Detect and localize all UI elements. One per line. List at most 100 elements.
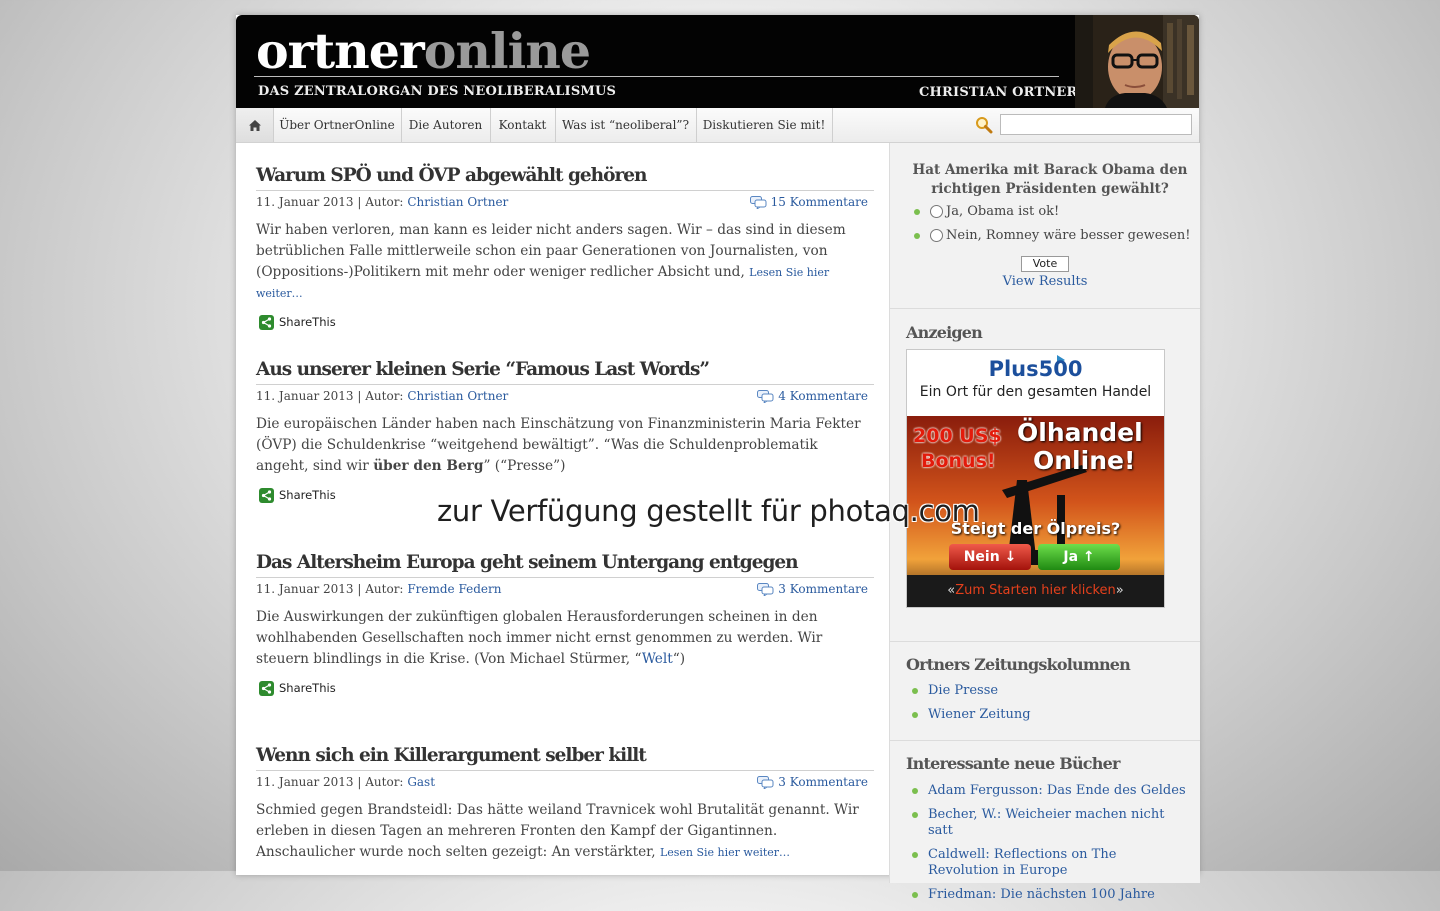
post-author-link[interactable]: Christian Ortner — [407, 389, 508, 403]
column-link[interactable]: Die Presse — [928, 683, 998, 698]
list-item[interactable]: Die Presse — [912, 683, 1186, 699]
comment-bubbles-icon — [757, 776, 774, 789]
sidebar-divider — [890, 308, 1200, 309]
nav-item-neoliberal[interactable]: Was ist “neoliberal”? — [555, 108, 697, 142]
post-meta: 11. Januar 2013 | Autor: Christian Ortne… — [256, 191, 874, 213]
post-author-link[interactable]: Gast — [407, 775, 435, 789]
comments-count: 4 Kommentare — [778, 389, 868, 403]
nav-item-diskutieren[interactable]: Diskutieren Sie mit! — [696, 108, 833, 142]
nav-item-ueber[interactable]: Über OrtnerOnline — [273, 108, 402, 142]
post-excerpt: Die europäischen Länder haben nach Einsc… — [256, 414, 874, 477]
list-item[interactable]: Friedman: Die nächsten 100 Jahre — [912, 887, 1186, 903]
ad-button-no-label: Nein — [963, 549, 1000, 565]
read-more-link[interactable]: Lesen Sie hier weiter… — [660, 846, 790, 859]
comments-count: 15 Kommentare — [770, 195, 868, 209]
ad-cta[interactable]: «Zum Starten hier klicken» — [907, 583, 1164, 598]
home-button[interactable] — [236, 108, 274, 142]
nav-item-kontakt[interactable]: Kontakt — [490, 108, 556, 142]
post-excerpt: Wir haben verloren, man kann es leider n… — [256, 220, 874, 304]
welt-link[interactable]: Welt — [642, 651, 673, 667]
share-icon — [259, 681, 274, 696]
double-chevron-left-icon: « — [947, 583, 956, 598]
ad-button-no[interactable]: Nein ↓ — [949, 544, 1031, 570]
post-excerpt: Schmied gegen Brandsteidl: Das hätte wei… — [256, 800, 874, 863]
post: Das Altersheim Europa geht seinem Unterg… — [256, 551, 874, 699]
book-link[interactable]: Becher, W.: Weicheier machen nicht satt — [928, 807, 1164, 838]
list-bullet — [912, 852, 918, 858]
list-bullet — [912, 688, 918, 694]
post-author-link[interactable]: Christian Ortner — [407, 195, 508, 209]
post-excerpt-text: Die Auswirkungen der zukünftigen globale… — [256, 609, 823, 667]
nav-item-autoren[interactable]: Die Autoren — [401, 108, 491, 142]
list-item[interactable]: Adam Fergusson: Das Ende des Geldes — [912, 783, 1186, 799]
poll-option-yes[interactable]: Ja, Obama ist ok! — [914, 204, 1059, 219]
comments-link[interactable]: 15 Kommentare — [749, 191, 868, 213]
poll-option-no[interactable]: Nein, Romney wäre besser gewesen! — [914, 228, 1190, 243]
post-excerpt-bold: über den Berg — [373, 458, 484, 474]
vote-button[interactable]: Vote — [1021, 256, 1069, 272]
site-author-name: CHRISTIAN ORTNER — [919, 85, 1078, 100]
column-link[interactable]: Wiener Zeitung — [928, 707, 1031, 722]
comments-count: 3 Kommentare — [778, 775, 868, 789]
poll-radio-no[interactable] — [930, 229, 943, 242]
share-icon — [259, 315, 274, 330]
ad-bonus-word: Bonus! — [921, 450, 996, 472]
comments-link[interactable]: 3 Kommentare — [757, 578, 868, 600]
post-author-label: Autor: — [365, 775, 404, 789]
sharethis-button[interactable]: ShareThis — [256, 315, 874, 333]
post-author-link[interactable]: Fremde Federn — [407, 582, 501, 596]
home-icon — [248, 120, 261, 131]
post-meta: 11. Januar 2013 | Autor: Fremde Federn 3… — [256, 578, 874, 600]
search-input[interactable] — [1000, 114, 1192, 135]
post-date: 11. Januar 2013 — [256, 389, 354, 403]
poll-radio-yes[interactable] — [930, 205, 943, 218]
ad-cta-label: Zum Starten hier klicken — [955, 583, 1116, 598]
share-label: ShareThis — [279, 315, 336, 329]
sharethis-button[interactable]: ShareThis — [256, 681, 874, 699]
post-title[interactable]: Das Altersheim Europa geht seinem Unterg… — [256, 551, 874, 578]
magnifier-icon[interactable] — [975, 116, 993, 134]
watermark-text: zur Verfügung gestellt für photaq.com — [437, 494, 980, 528]
sidebar-divider — [890, 740, 1200, 741]
post-author-label: Autor: — [365, 389, 404, 403]
view-results-link[interactable]: View Results — [890, 274, 1200, 289]
list-item[interactable]: Caldwell: Reflections on The Revolution … — [912, 847, 1186, 879]
ad-headline-1: Ölhandel — [1017, 418, 1143, 447]
ad-brand: Plus500 — [988, 357, 1083, 381]
logo-part-online: online — [423, 22, 591, 80]
logo-part-ortner: ortner — [256, 22, 425, 80]
list-item[interactable]: Becher, W.: Weicheier machen nicht satt — [912, 807, 1186, 839]
book-link[interactable]: Friedman: Die nächsten 100 Jahre — [928, 887, 1155, 902]
list-bullet — [912, 788, 918, 794]
comments-link[interactable]: 4 Kommentare — [757, 385, 868, 407]
post-excerpt-text-end: ” (“Presse”) — [483, 458, 566, 474]
comments-count: 3 Kommentare — [778, 582, 868, 596]
main-navigation: Über OrtnerOnline Die Autoren Kontakt Wa… — [236, 108, 1199, 143]
poll-option-label: Nein, Romney wäre besser gewesen! — [946, 228, 1191, 243]
ad-bonus-amount: 200 US$ — [913, 425, 1002, 447]
arrow-down-icon: ↓ — [1004, 549, 1017, 565]
post-title[interactable]: Warum SPÖ und ÖVP abgewählt gehören — [256, 164, 874, 191]
book-link[interactable]: Caldwell: Reflections on The Revolution … — [928, 847, 1116, 878]
site-header: ortneronline DAS ZENTRALORGAN DES NEOLIB… — [236, 15, 1199, 108]
post-meta: 11. Januar 2013 | Autor: Gast 3 Kommenta… — [256, 771, 874, 793]
page: ortneronline DAS ZENTRALORGAN DES NEOLIB… — [236, 15, 1200, 902]
post-author-label: Autor: — [365, 582, 404, 596]
list-item[interactable]: Wiener Zeitung — [912, 707, 1186, 723]
ad-tagline: Ein Ort für den gesamten Handel — [919, 384, 1152, 400]
post-excerpt: Die Auswirkungen der zukünftigen globale… — [256, 607, 874, 670]
post-title[interactable]: Wenn sich ein Killerargument selber kill… — [256, 744, 874, 771]
post-author-label: Autor: — [365, 195, 404, 209]
comments-link[interactable]: 3 Kommentare — [757, 771, 868, 793]
list-bullet — [912, 712, 918, 718]
post-title[interactable]: Aus unserer kleinen Serie “Famous Last W… — [256, 358, 874, 385]
book-link[interactable]: Adam Fergusson: Das Ende des Geldes — [928, 783, 1186, 798]
plus500-ad[interactable]: Plus500 Ein Ort für den gesamten Handel … — [906, 349, 1165, 608]
author-portrait — [1075, 15, 1199, 108]
post: Wenn sich ein Killerargument selber kill… — [256, 744, 874, 863]
post-meta: 11. Januar 2013 | Autor: Christian Ortne… — [256, 385, 874, 407]
post: Aus unserer kleinen Serie “Famous Last W… — [256, 358, 874, 506]
ad-button-yes[interactable]: Ja ↑ — [1038, 544, 1120, 570]
list-bullet — [914, 208, 920, 215]
site-logo[interactable]: ortneronline — [256, 21, 591, 81]
